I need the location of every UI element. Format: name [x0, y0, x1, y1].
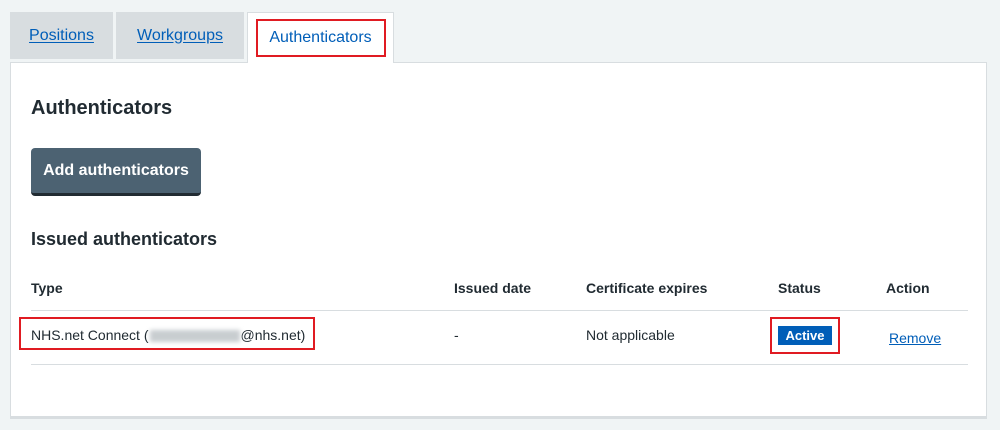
cell-type: NHS.net Connect ( @nhs.net) [31, 327, 305, 343]
header-action: Action [886, 280, 930, 296]
header-issued-date: Issued date [454, 280, 532, 296]
authenticators-panel: Authenticators Add authenticators Issued… [10, 62, 987, 419]
page-title: Authenticators [31, 97, 173, 119]
cell-certificate-expires: Not applicable [586, 327, 675, 343]
tab-authenticators-highlight: Authenticators [255, 19, 386, 57]
tab-authenticators-label[interactable]: Authenticators [269, 29, 371, 47]
tab-authenticators[interactable]: Authenticators [247, 12, 394, 63]
tab-bar: Positions Workgroups Authenticators [10, 12, 990, 63]
remove-link[interactable]: Remove [889, 330, 941, 346]
header-status: Status [778, 280, 821, 296]
tab-workgroups[interactable]: Workgroups [116, 12, 244, 59]
header-type: Type [31, 280, 63, 296]
table-row: NHS.net Connect ( @nhs.net) - Not applica… [19, 311, 968, 365]
table-header: Type Issued date Certificate expires Sta… [31, 271, 968, 311]
section-title: Issued authenticators [31, 229, 218, 249]
status-badge: Active [778, 326, 832, 345]
type-suffix: @nhs.net) [240, 327, 306, 343]
header-certificate-expires: Certificate expires [586, 280, 708, 296]
redacted-email [149, 330, 240, 343]
tab-positions[interactable]: Positions [10, 12, 113, 59]
cell-issued-date: - [454, 327, 459, 343]
status-highlight: Active [770, 317, 840, 354]
add-authenticators-button[interactable]: Add authenticators [31, 148, 201, 196]
authenticators-table: Type Issued date Certificate expires Sta… [19, 271, 968, 365]
type-prefix: NHS.net Connect ( [31, 327, 149, 343]
tab-workgroups-link[interactable]: Workgroups [137, 27, 223, 45]
tab-positions-link[interactable]: Positions [29, 27, 94, 45]
